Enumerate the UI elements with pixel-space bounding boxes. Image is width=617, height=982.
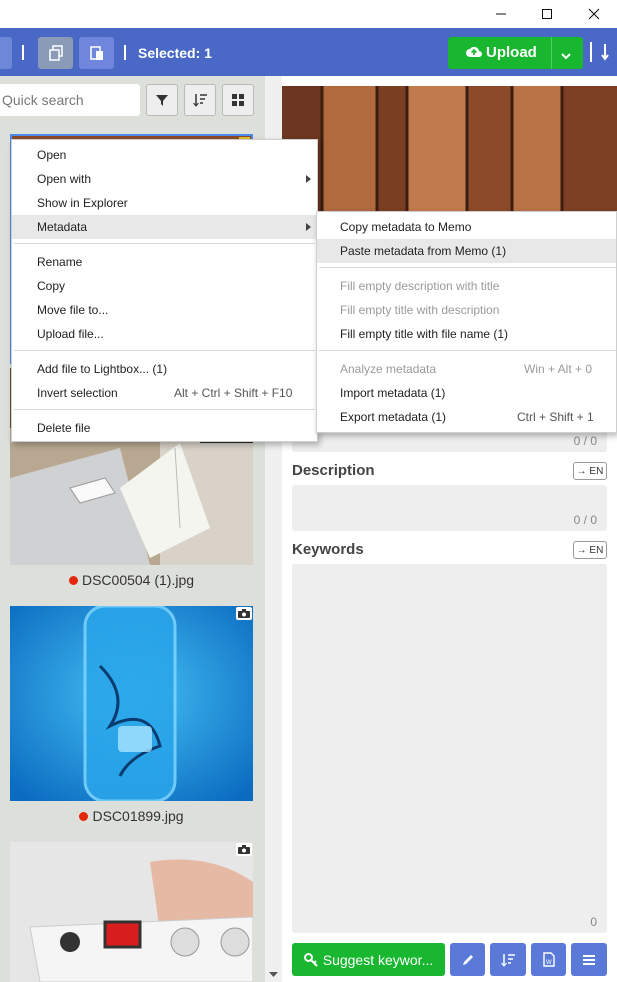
menu-item-open[interactable]: Open bbox=[37, 143, 66, 167]
menu-button[interactable] bbox=[571, 943, 607, 976]
submenu-arrow-icon bbox=[306, 223, 311, 231]
pencil-icon bbox=[462, 954, 473, 965]
selected-count: Selected: 1 bbox=[138, 45, 212, 61]
key-icon bbox=[303, 952, 318, 967]
translate-keywords-button[interactable]: → EN bbox=[573, 541, 607, 559]
svg-text:W: W bbox=[546, 960, 552, 966]
toolbar-divider bbox=[590, 42, 592, 62]
sort-button[interactable] bbox=[184, 84, 216, 116]
thumbnail-power-strip[interactable] bbox=[10, 842, 253, 982]
menu-divider bbox=[319, 267, 616, 268]
submenu-item-export-metadata[interactable]: Export metadata (1) bbox=[340, 405, 446, 429]
submenu-item-fill-title-with-desc: Fill empty title with description bbox=[340, 303, 500, 317]
download-icon[interactable] bbox=[600, 42, 610, 65]
word-button[interactable]: W bbox=[531, 943, 566, 976]
suggest-label: Suggest keywor... bbox=[322, 951, 434, 968]
menu-item-show-in-explorer[interactable]: Show in Explorer bbox=[37, 191, 128, 215]
description-label: Description bbox=[292, 462, 375, 479]
toolbar-divider bbox=[22, 45, 24, 60]
upload-label: Upload bbox=[486, 44, 537, 61]
submenu-item-paste-from-memo[interactable]: Paste metadata from Memo (1) bbox=[317, 239, 616, 263]
menu-divider bbox=[14, 243, 315, 244]
copy-icon bbox=[48, 45, 63, 61]
preview-image bbox=[282, 86, 617, 212]
filter-button[interactable] bbox=[146, 84, 178, 116]
title-count: 0 / 0 bbox=[573, 434, 597, 448]
keywords-count: 0 bbox=[590, 915, 597, 929]
menu-item-label: Invert selection bbox=[37, 386, 118, 400]
context-menu: Open Open with Show in Explorer Metadata… bbox=[11, 139, 318, 442]
menu-item-metadata[interactable]: Metadata bbox=[12, 215, 317, 239]
keywords-label: Keywords bbox=[292, 541, 364, 558]
submenu-arrow-icon bbox=[306, 175, 311, 183]
shortcut-text: Ctrl + Shift + 1 bbox=[517, 410, 594, 424]
submenu-item-import-metadata[interactable]: Import metadata (1) bbox=[340, 381, 445, 405]
menu-item-upload-file[interactable]: Upload file... bbox=[37, 322, 104, 346]
file-name: DSC01899.jpg bbox=[92, 808, 184, 824]
menu-divider bbox=[319, 350, 616, 351]
menu-item-move-file[interactable]: Move file to... bbox=[37, 298, 108, 322]
word-icon: W bbox=[542, 952, 555, 967]
minimize-icon[interactable] bbox=[478, 0, 524, 28]
translate-description-button[interactable]: → EN bbox=[573, 462, 607, 480]
menu-item-copy[interactable]: Copy bbox=[37, 274, 65, 298]
upload-button[interactable]: Upload bbox=[448, 37, 583, 69]
submenu-item-fill-title-with-filename[interactable]: Fill empty title with file name (1) bbox=[340, 322, 508, 346]
chevron-down-icon[interactable] bbox=[560, 48, 572, 65]
suggest-keywords-button[interactable]: Suggest keywor... bbox=[292, 943, 445, 976]
menu-divider bbox=[14, 409, 315, 410]
menu-item-delete-file[interactable]: Delete file bbox=[37, 416, 90, 440]
camera-icon bbox=[236, 607, 252, 620]
toolbar-divider bbox=[124, 45, 126, 60]
submenu-item-analyze-metadata: Analyze metadata bbox=[340, 362, 437, 376]
copy-button[interactable] bbox=[38, 37, 73, 69]
menu-icon bbox=[583, 954, 595, 965]
thumbnail-water[interactable] bbox=[10, 606, 253, 801]
shortcut-text: Win + Alt + 0 bbox=[524, 362, 593, 376]
shortcut-text: Alt + Ctrl + Shift + F10 bbox=[174, 386, 293, 400]
sort-icon bbox=[501, 953, 515, 967]
grid-icon bbox=[232, 94, 244, 106]
file-caption: DSC01899.jpg bbox=[10, 808, 253, 824]
filter-icon bbox=[156, 95, 168, 106]
collapse-button[interactable] bbox=[0, 37, 12, 69]
title-bar bbox=[0, 0, 617, 28]
submenu-item-copy-to-memo[interactable]: Copy metadata to Memo bbox=[340, 215, 471, 239]
cloud-upload-icon bbox=[466, 45, 482, 63]
file-name: DSC00504 (1).jpg bbox=[81, 572, 195, 588]
toolbar: Selected: 1 Upload bbox=[0, 28, 617, 76]
submenu-item-fill-desc-with-title: Fill empty description with title bbox=[340, 279, 500, 293]
metadata-submenu: Copy metadata to Memo Paste metadata fro… bbox=[316, 211, 617, 433]
paste-button[interactable] bbox=[79, 37, 114, 69]
grid-view-button[interactable] bbox=[222, 84, 254, 116]
menu-divider bbox=[14, 350, 315, 351]
status-dot bbox=[68, 576, 78, 585]
close-icon[interactable] bbox=[571, 0, 617, 28]
menu-item-rename[interactable]: Rename bbox=[37, 250, 82, 274]
file-caption: DSC00504 (1).jpg bbox=[10, 572, 253, 588]
description-field[interactable]: 0 / 0 bbox=[292, 485, 607, 531]
sort-keywords-button[interactable] bbox=[490, 943, 526, 976]
edit-button[interactable] bbox=[450, 943, 485, 976]
maximize-icon[interactable] bbox=[524, 0, 570, 28]
camera-icon bbox=[236, 843, 252, 856]
menu-item-open-with[interactable]: Open with bbox=[37, 167, 91, 191]
description-count: 0 / 0 bbox=[573, 513, 597, 527]
sort-icon bbox=[193, 94, 207, 107]
keywords-field[interactable]: 0 bbox=[292, 564, 607, 933]
paste-icon bbox=[89, 46, 103, 60]
quick-search-input[interactable]: Quick search bbox=[0, 84, 140, 116]
status-dot bbox=[79, 812, 89, 821]
menu-item-add-to-lightbox[interactable]: Add file to Lightbox... (1) bbox=[37, 357, 167, 381]
